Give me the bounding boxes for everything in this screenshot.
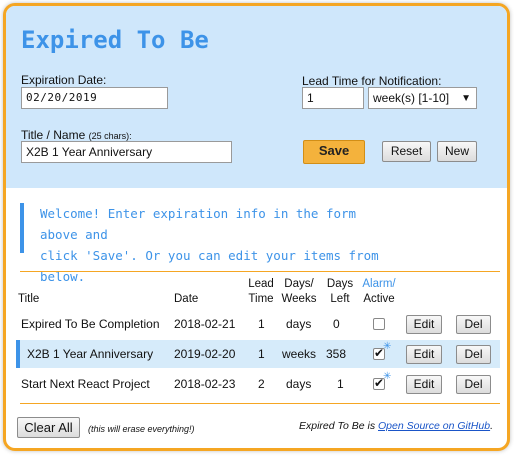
row-title: Expired To Be Completion <box>21 317 160 331</box>
header-days-line1: Days/ <box>284 278 314 290</box>
row-days-left: 0 <box>333 317 340 331</box>
open-source-suffix: . <box>490 420 493 432</box>
app-title: Expired To Be <box>21 26 209 54</box>
header-alarm-line1: Alarm/ <box>362 278 396 290</box>
reset-button[interactable]: Reset <box>382 141 431 162</box>
row-date: 2019-02-20 <box>174 347 236 361</box>
header-days-line2: Weeks <box>281 293 317 305</box>
delete-button[interactable]: Del <box>456 315 491 334</box>
header-lead-time: Lead Time <box>246 277 276 307</box>
title-name-input[interactable]: X2B 1 Year Anniversary <box>21 141 232 163</box>
delete-button[interactable]: Del <box>456 375 491 394</box>
alarm-sparkle-icon: ✳ <box>383 371 392 382</box>
divider-bottom <box>20 403 500 404</box>
row-lead: 2 <box>258 377 265 391</box>
row-title: X2B 1 Year Anniversary <box>27 347 154 361</box>
table-row[interactable]: Expired To Be Completion 2018-02-21 1 da… <box>16 310 500 338</box>
open-source-prefix: Expired To Be is <box>299 420 376 432</box>
lead-time-input[interactable]: 1 <box>302 87 364 109</box>
row-days-left: 1 <box>337 377 344 391</box>
header-left-line1: Days <box>326 278 354 290</box>
expiration-date-label: Expiration Date: <box>21 73 107 87</box>
row-lead: 1 <box>258 347 265 361</box>
table-row[interactable]: Start Next React Project 2018-02-23 2 da… <box>16 370 500 398</box>
welcome-line-1: Welcome! Enter expiration info in the fo… <box>40 206 357 242</box>
lead-unit-selected: week(s) [1-10] <box>373 91 450 105</box>
row-date: 2018-02-23 <box>174 377 236 391</box>
row-lead: 1 <box>258 317 265 331</box>
delete-button[interactable]: Del <box>456 345 491 364</box>
save-button[interactable]: Save <box>303 140 365 164</box>
title-name-hint: (25 chars): <box>88 131 132 141</box>
row-title: Start Next React Project <box>21 377 150 391</box>
header-lead-line2: Time <box>248 293 274 305</box>
table-row-selected[interactable]: X2B 1 Year Anniversary 2019-02-20 1 week… <box>16 340 500 368</box>
entry-form: Expired To Be Expiration Date: 02/20/201… <box>6 6 507 188</box>
active-checkbox[interactable] <box>373 318 385 330</box>
row-unit: days <box>286 317 312 331</box>
header-left-line2: Left <box>330 293 350 305</box>
edit-button[interactable]: Edit <box>406 345 442 364</box>
edit-button[interactable]: Edit <box>406 315 442 334</box>
clear-all-button[interactable]: Clear All <box>17 417 80 438</box>
caret-down-icon: ▼ <box>461 93 471 104</box>
expiration-date-input[interactable]: 02/20/2019 <box>21 87 168 109</box>
lead-time-label: Lead Time for Notification: <box>302 74 442 88</box>
lead-unit-select[interactable]: week(s) [1-10] ▼ <box>368 87 477 109</box>
app-window: Expired To Be Expiration Date: 02/20/201… <box>3 3 510 451</box>
header-date: Date <box>174 293 199 305</box>
row-unit: days <box>286 377 312 391</box>
new-button[interactable]: New <box>437 141 477 162</box>
header-alarm-line2: Active <box>363 293 395 305</box>
edit-button[interactable]: Edit <box>406 375 442 394</box>
clear-all-note: (this will erase everything!) <box>88 424 195 434</box>
header-days-left: Days Left <box>325 277 355 307</box>
welcome-message: Welcome! Enter expiration info in the fo… <box>20 203 400 284</box>
title-name-label-text: Title / Name <box>21 128 86 142</box>
github-link[interactable]: Open Source on GitHub <box>378 420 490 432</box>
divider-top <box>20 271 500 272</box>
row-unit: weeks <box>282 347 317 361</box>
row-days-left: 358 <box>326 347 347 361</box>
open-source-note: Expired To Be is Open Source on GitHub. <box>299 420 493 432</box>
header-days-weeks: Days/ Weeks <box>277 277 321 307</box>
header-alarm-active: Alarm/ Active <box>357 277 401 307</box>
alarm-sparkle-icon: ✳ <box>383 341 392 352</box>
title-name-label: Title / Name (25 chars): <box>21 128 132 142</box>
header-title: Title <box>18 293 40 305</box>
row-date: 2018-02-21 <box>174 317 236 331</box>
header-lead-line1: Lead <box>248 278 274 290</box>
